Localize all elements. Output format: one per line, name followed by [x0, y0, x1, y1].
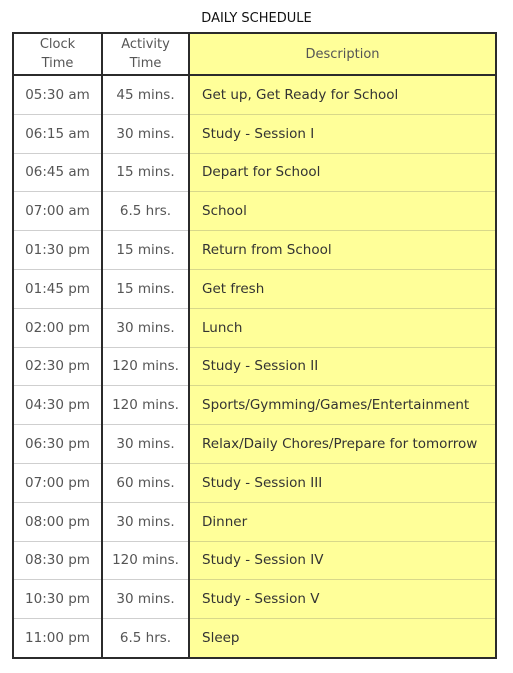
activity-cell: 45 mins. [102, 75, 190, 115]
activity-cell: 30 mins. [102, 424, 190, 464]
description-cell: School [189, 191, 496, 232]
description-cell: Depart for School [189, 153, 496, 193]
clock-cell: 01:45 pm [13, 269, 103, 309]
table-row: 02:30 pm 120 mins. Study - Session II [13, 347, 496, 387]
table-row: 08:30 pm 120 mins. Study - Session IV [13, 541, 496, 581]
table-row: 02:00 pm 30 mins. Lunch [13, 308, 496, 348]
header-activity-line1: Activity [121, 37, 170, 52]
table-row: 10:30 pm 30 mins. Study - Session V [13, 579, 496, 620]
description-cell: Dinner [189, 502, 496, 542]
clock-cell: 08:00 pm [13, 502, 103, 542]
activity-cell: 30 mins. [102, 579, 190, 620]
clock-cell: 02:30 pm [13, 347, 103, 387]
description-cell: Study - Session II [189, 347, 496, 387]
description-cell: Sports/Gymming/Games/Entertainment [189, 385, 496, 426]
clock-cell: 06:30 pm [13, 424, 103, 464]
activity-cell: 15 mins. [102, 153, 190, 193]
description-cell: Relax/Daily Chores/Prepare for tomorrow [189, 424, 496, 464]
activity-cell: 15 mins. [102, 269, 190, 309]
description-cell: Return from School [189, 230, 496, 270]
description-cell: Lunch [189, 308, 496, 348]
clock-cell: 11:00 pm [13, 618, 103, 658]
description-cell: Study - Session V [189, 579, 496, 620]
clock-cell: 04:30 pm [13, 385, 103, 426]
description-cell: Sleep [189, 618, 496, 658]
table-row: 04:30 pm 120 mins. Sports/Gymming/Games/En… [13, 385, 496, 426]
table-row: 06:15 am 30 mins. Study - Session I [13, 114, 496, 154]
activity-cell: 6.5 hrs. [102, 191, 190, 232]
clock-cell: 01:30 pm [13, 230, 103, 270]
table-row: 07:00 pm 60 mins. Study - Session III [13, 463, 496, 503]
activity-cell: 30 mins. [102, 502, 190, 542]
table-row: 08:00 pm 30 mins. Dinner [13, 502, 496, 542]
description-cell: Study - Session III [189, 463, 496, 503]
table-row: 11:00 pm 6.5 hrs. Sleep [13, 618, 496, 658]
description-cell: Study - Session I [189, 114, 496, 154]
header-activity-line2: Time [129, 56, 162, 71]
activity-cell: 30 mins. [102, 308, 190, 348]
table-row: 07:00 am 6.5 hrs. School [13, 191, 496, 232]
activity-cell: 120 mins. [102, 385, 190, 426]
clock-cell: 06:45 am [13, 153, 103, 193]
header-activity-time: Activity Time [102, 33, 190, 76]
schedule-table: Clock Time Activity Time Description 05:… [12, 32, 497, 659]
clock-cell: 07:00 am [13, 191, 103, 232]
description-cell: Get fresh [189, 269, 496, 309]
table-row: 01:45 pm 15 mins. Get fresh [13, 269, 496, 309]
header-clock-line2: Time [41, 56, 74, 71]
table-row: 06:45 am 15 mins. Depart for School [13, 153, 496, 193]
activity-cell: 120 mins. [102, 541, 190, 581]
description-cell: Get up, Get Ready for School [189, 75, 496, 115]
activity-cell: 30 mins. [102, 114, 190, 154]
clock-cell: 06:15 am [13, 114, 103, 154]
table-row: 06:30 pm 30 mins. Relax/Daily Chores/Prepa… [13, 424, 496, 464]
table-row: 05:30 am 45 mins. Get up, Get Ready for Sc… [13, 75, 496, 115]
activity-cell: 120 mins. [102, 347, 190, 387]
clock-cell: 10:30 pm [13, 579, 103, 620]
clock-cell: 05:30 am [13, 75, 103, 115]
clock-cell: 07:00 pm [13, 463, 103, 503]
activity-cell: 60 mins. [102, 463, 190, 503]
header-clock-line1: Clock [39, 37, 76, 52]
header-description: Description [189, 33, 496, 76]
header-row: Clock Time Activity Time Description [13, 33, 496, 76]
activity-cell: 15 mins. [102, 230, 190, 270]
activity-cell: 6.5 hrs. [102, 618, 190, 658]
page-title: DAILY SCHEDULE [201, 11, 312, 26]
clock-cell: 08:30 pm [13, 541, 103, 581]
description-cell: Study - Session IV [189, 541, 496, 581]
table-row: 01:30 pm 15 mins. Return from School [13, 230, 496, 270]
header-clock-time: Clock Time [13, 33, 103, 76]
clock-cell: 02:00 pm [13, 308, 103, 348]
